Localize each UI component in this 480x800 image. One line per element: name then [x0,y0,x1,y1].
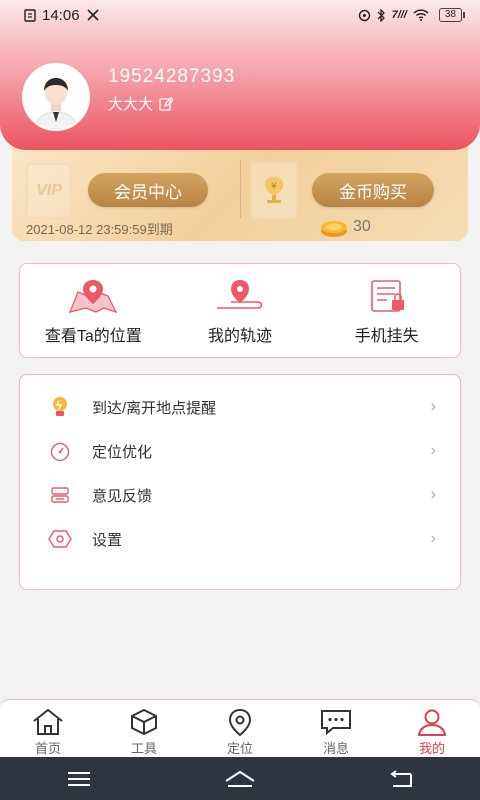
message-icon [321,710,351,736]
tab-tools[interactable]: 工具 [96,700,192,757]
tab-label: 首页 [34,741,61,756]
user-avatar-icon [24,65,88,129]
hexagon-settings-icon [48,530,72,548]
box-icon [131,708,157,736]
menu-item-label: 设置 [92,531,123,549]
settings-menu-card: 到达/离开地点提醒 › 定位优化 › 意见反馈 › 设置 › [19,374,461,590]
bluetooth-icon [377,8,385,22]
home-nav-icon[interactable] [224,770,256,788]
tab-label: 工具 [130,741,157,756]
menu-item-location-optimize[interactable]: 定位优化 › [20,429,460,473]
tab-mine[interactable]: 我的 [384,700,480,757]
menu-item-arrive-leave-reminder[interactable]: 到达/离开地点提醒 › [20,385,460,429]
track-icon [217,280,263,309]
menu-item-label: 到达/离开地点提醒 [92,399,217,417]
quick-action-report-lost[interactable]: 手机挂失 [313,264,460,357]
coin-balance: 30 [319,216,371,238]
status-bar: 14:06 7/// 38 [0,0,480,30]
tab-label: 定位 [226,741,253,756]
menu-item-settings[interactable]: 设置 › [20,517,460,561]
member-center-button[interactable]: 会员中心 [88,173,208,207]
coin-purchase-button[interactable]: 金币购买 [312,173,434,207]
location-icon [228,708,252,736]
system-navigation-bar [0,757,480,800]
tab-messages[interactable]: 消息 [288,700,384,757]
alarm-icon [358,9,370,21]
sim-icon [24,8,36,22]
vip-badge: VIP [26,163,72,219]
menu-item-label: 意见反馈 [92,487,153,505]
vip-divider [240,160,241,218]
avatar[interactable] [22,63,90,131]
trophy-icon: ¥ [250,161,298,219]
menu-item-feedback[interactable]: 意见反馈 › [20,473,460,517]
lock-document-icon [370,280,404,312]
chevron-right-icon: › [430,442,436,459]
menu-item-label: 定位优化 [92,443,153,461]
quick-action-label: 手机挂失 [354,328,419,345]
battery-icon: 38 [438,8,466,22]
quick-action-label: 查看Ta的位置 [44,328,142,345]
quick-actions-card: 查看Ta的位置 我的轨迹 手机挂失 [19,263,461,358]
chevron-right-icon: › [430,398,436,415]
tab-label: 我的 [418,741,445,756]
user-nickname: 大大大 [108,96,154,113]
menu-icon[interactable] [67,771,91,787]
user-phone: 19524287393 [108,66,236,87]
wifi-icon [413,9,429,21]
quick-action-view-location[interactable]: 查看Ta的位置 [20,264,167,357]
coin-stack-icon [321,221,347,237]
edit-icon[interactable] [159,96,174,111]
back-icon[interactable] [389,769,413,788]
tab-label: 消息 [322,741,349,756]
status-time: 14:06 [42,6,80,24]
coin-count: 30 [353,218,371,235]
quick-action-my-track[interactable]: 我的轨迹 [167,264,314,357]
svg-text:¥: ¥ [271,182,277,192]
feedback-icon [51,487,69,503]
signal-text: 7/// [391,9,407,21]
vip-expire-date: 2021-08-12 23:59:59到期 [26,222,173,237]
speedometer-icon [50,442,70,461]
user-icon [417,709,447,736]
tools-icon [86,9,99,21]
quick-action-label: 我的轨迹 [208,328,273,345]
chevron-right-icon: › [430,530,436,547]
nickname-row[interactable]: 大大大 [108,93,174,114]
tab-home[interactable]: 首页 [0,700,96,757]
bottom-tab-bar: 首页 工具 定位 消息 我的 [0,699,480,757]
map-pin-icon [69,280,118,314]
bulb-icon [53,397,67,416]
tab-location[interactable]: 定位 [192,700,288,757]
home-icon [33,708,63,735]
chevron-right-icon: › [430,486,436,503]
